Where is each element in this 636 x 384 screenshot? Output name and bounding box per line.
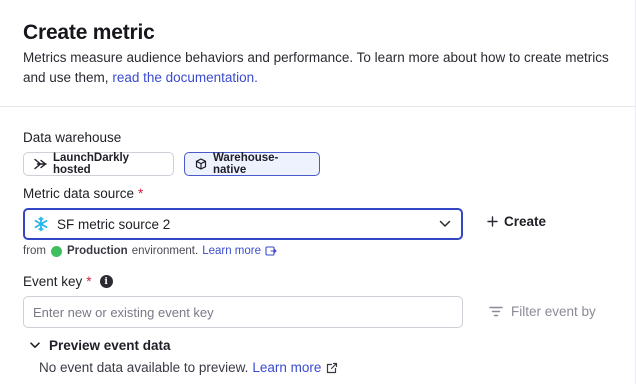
plus-icon (487, 216, 498, 227)
environment-name: Production (67, 245, 128, 257)
preview-learn-more-link[interactable]: Learn more (252, 360, 338, 375)
create-label: Create (504, 214, 547, 229)
chevron-down-icon (439, 220, 451, 227)
metric-data-source-select[interactable]: SF metric source 2 (23, 208, 463, 240)
preview-event-data-toggle[interactable]: Preview event data (30, 338, 171, 353)
launchdarkly-hosted-label: LaunchDarkly hosted (53, 152, 130, 176)
description-text: Metrics measure audience behaviors and p… (23, 50, 609, 85)
documentation-link[interactable]: read the documentation. (112, 70, 258, 85)
launchdarkly-arrow-icon (34, 158, 47, 170)
snowflake-icon (34, 216, 48, 232)
metric-data-source-label: Metric data source * (23, 186, 143, 201)
cube-icon (195, 158, 207, 170)
preview-empty-state: No event data available to preview. Lear… (39, 360, 338, 375)
create-data-source-button[interactable]: Create (487, 214, 546, 229)
data-warehouse-label: Data warehouse (23, 130, 122, 145)
required-marker: * (138, 186, 144, 201)
environment-color-dot (51, 245, 62, 257)
warehouse-native-option[interactable]: Warehouse-native (184, 152, 320, 176)
filter-icon (489, 306, 503, 317)
preview-learn-more-label: Learn more (252, 360, 322, 375)
info-icon[interactable]: i (99, 275, 113, 288)
page-description: Metrics measure audience behaviors and p… (23, 48, 613, 87)
environment-learn-more-label: Learn more (202, 245, 261, 257)
chevron-down-icon (30, 342, 40, 348)
metric-data-source-text: Metric data source (23, 186, 135, 201)
filter-event-by-label: Filter event by (511, 304, 596, 319)
warehouse-native-label: Warehouse-native (213, 152, 279, 176)
environment-note: from Production environment. Learn more (23, 245, 277, 257)
event-key-label: Event key * i (23, 274, 113, 289)
selected-data-source: SF metric source 2 (57, 216, 171, 232)
environment-learn-more-link[interactable]: Learn more (202, 245, 277, 257)
from-prefix: from (23, 245, 46, 257)
preview-event-data-label: Preview event data (49, 338, 171, 353)
header-divider (0, 106, 636, 107)
event-key-text: Event key (23, 274, 83, 289)
preview-empty-text: No event data available to preview. (39, 360, 249, 375)
external-link-icon (327, 362, 338, 373)
create-metric-panel: Create metric Metrics measure audience b… (0, 0, 636, 384)
environment-suffix: environment. (131, 245, 199, 257)
event-key-input[interactable] (23, 296, 463, 328)
required-marker: * (86, 274, 92, 289)
page-title: Create metric (23, 21, 155, 44)
launchdarkly-hosted-option[interactable]: LaunchDarkly hosted (23, 152, 174, 176)
open-panel-icon (265, 246, 277, 256)
filter-event-by-button[interactable]: Filter event by (489, 304, 596, 319)
